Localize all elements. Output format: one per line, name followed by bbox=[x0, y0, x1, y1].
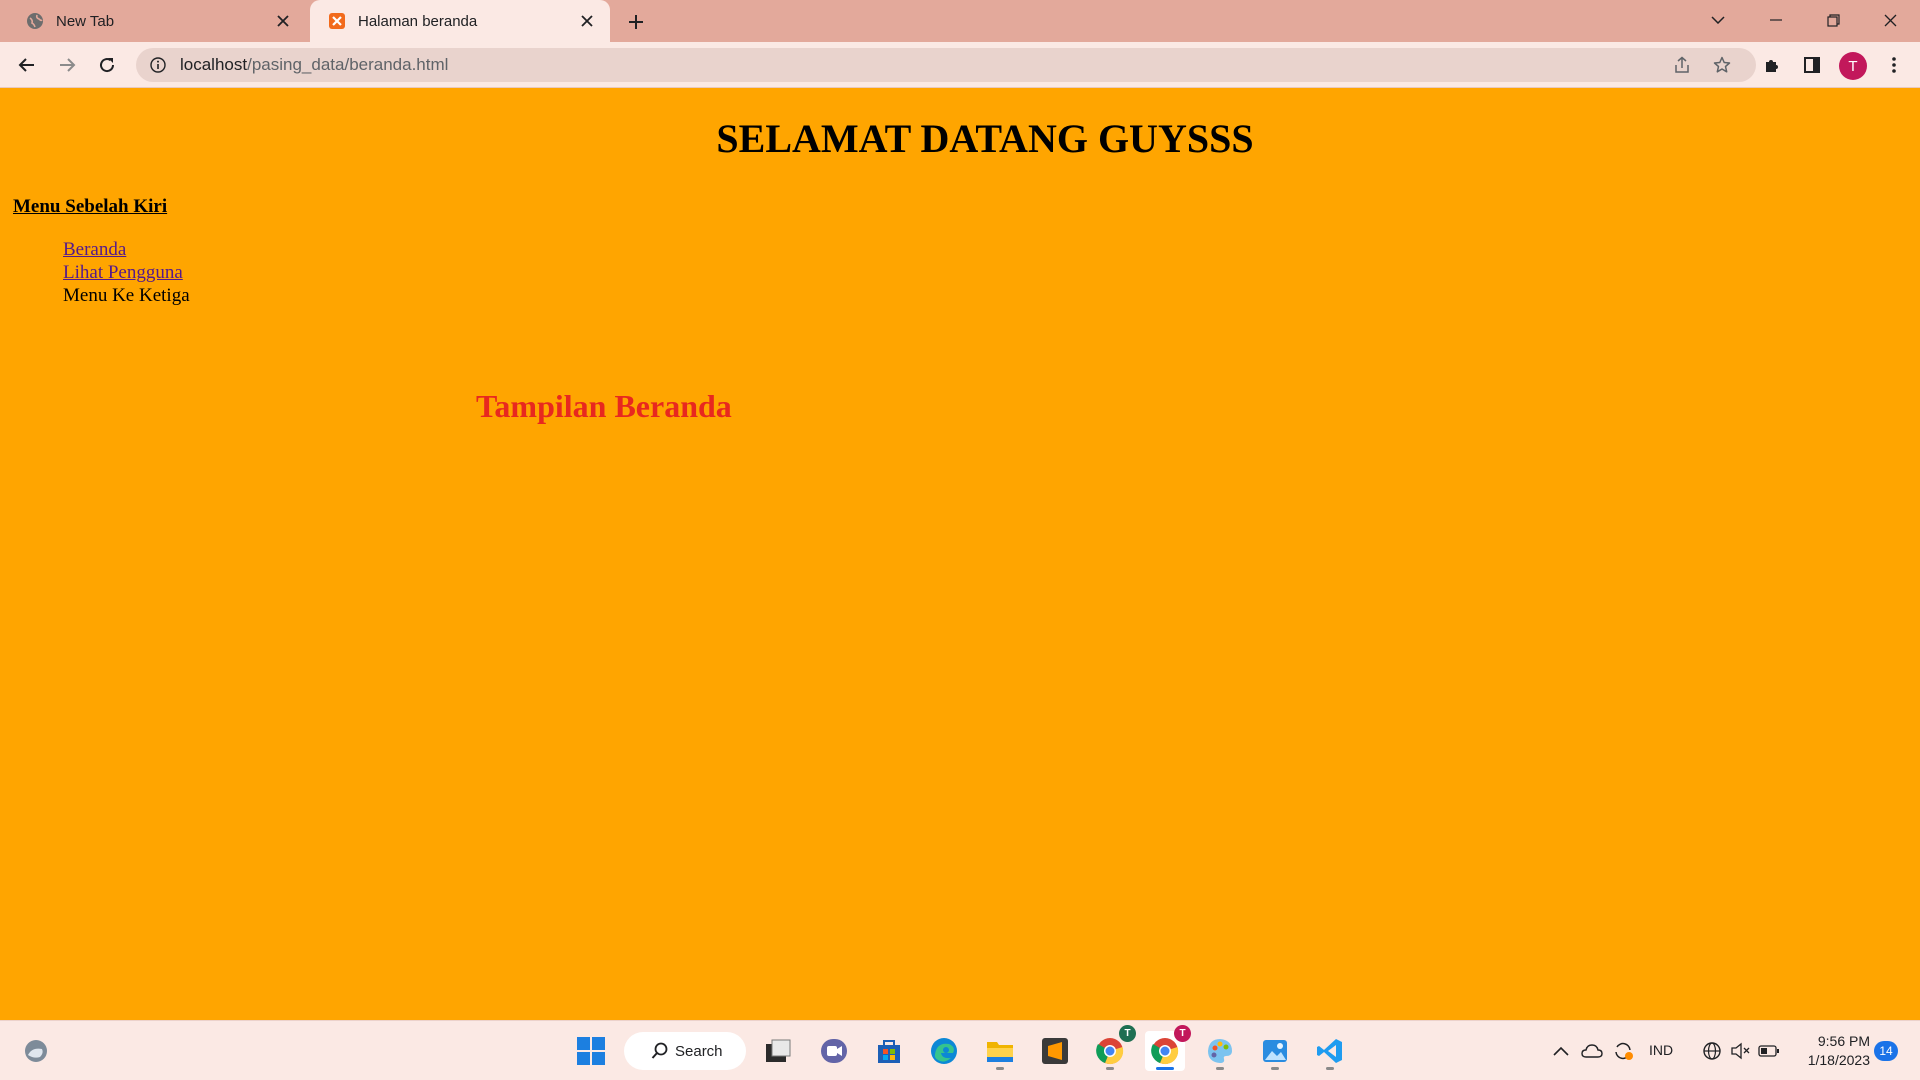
sublime-text-button[interactable] bbox=[1035, 1031, 1075, 1071]
back-button[interactable] bbox=[11, 49, 43, 81]
weather-widget-icon bbox=[25, 1040, 47, 1062]
reload-icon bbox=[100, 58, 115, 73]
running-indicator bbox=[1271, 1067, 1279, 1070]
photos-app-button[interactable] bbox=[1255, 1031, 1295, 1071]
start-button[interactable] bbox=[571, 1031, 611, 1071]
clock-date: 1/18/2023 bbox=[1807, 1052, 1870, 1068]
running-indicator bbox=[1326, 1067, 1334, 1070]
minimize-button[interactable] bbox=[1758, 4, 1794, 36]
side-panel-icon bbox=[1804, 57, 1820, 73]
tab-title: New Tab bbox=[56, 12, 115, 30]
running-indicator bbox=[1106, 1067, 1114, 1070]
restore-icon bbox=[1826, 13, 1840, 27]
speaker-muted-icon[interactable] bbox=[1728, 1039, 1752, 1063]
sublime-text-icon bbox=[1042, 1038, 1068, 1064]
page-content: SELAMAT DATANG GUYSSS Menu Sebelah Kiri … bbox=[0, 89, 1920, 1020]
running-indicator bbox=[1216, 1067, 1224, 1070]
battery-icon[interactable] bbox=[1757, 1039, 1781, 1063]
taskbar-clock[interactable]: 9:56 PM 1/18/2023 bbox=[1796, 1032, 1870, 1070]
minimize-icon bbox=[1770, 19, 1782, 21]
close-icon bbox=[1884, 14, 1896, 26]
language-indicator[interactable]: IND bbox=[1649, 1042, 1673, 1058]
xampp-icon bbox=[328, 12, 346, 30]
task-view-icon bbox=[766, 1039, 791, 1062]
tab-new-tab[interactable]: New Tab bbox=[8, 0, 306, 42]
chrome-active-button[interactable]: T bbox=[1145, 1025, 1191, 1071]
paint-app-icon bbox=[1208, 1039, 1232, 1063]
tab-strip: New Tab Halaman beranda bbox=[0, 0, 1920, 42]
chrome-profile-button[interactable]: T bbox=[1090, 1025, 1136, 1071]
main-heading: Tampilan Beranda bbox=[476, 388, 732, 424]
chrome-active-icon bbox=[1151, 1038, 1179, 1065]
kebab-menu-icon bbox=[1892, 57, 1896, 73]
task-view-button[interactable] bbox=[758, 1031, 798, 1071]
globe-icon bbox=[26, 12, 44, 30]
edge-icon bbox=[931, 1038, 957, 1064]
reload-button[interactable] bbox=[91, 49, 123, 81]
address-bar[interactable]: localhost/pasing_data/beranda.html bbox=[136, 48, 1756, 82]
side-panel-button[interactable] bbox=[1796, 49, 1828, 81]
extensions-button[interactable] bbox=[1756, 49, 1788, 81]
tab-title: Halaman beranda bbox=[358, 12, 478, 30]
vscode-icon bbox=[1317, 1039, 1342, 1063]
share-icon[interactable] bbox=[1668, 51, 1696, 79]
left-menu-heading: Menu Sebelah Kiri bbox=[13, 196, 168, 217]
site-info-icon[interactable] bbox=[148, 55, 168, 75]
search-label: Search bbox=[675, 1042, 723, 1060]
menu-button[interactable] bbox=[1878, 49, 1910, 81]
file-explorer-button[interactable] bbox=[980, 1031, 1020, 1071]
menu-link-lihat-pengguna[interactable]: Lihat Pengguna bbox=[63, 262, 183, 283]
edge-button[interactable] bbox=[924, 1031, 964, 1071]
list-item: Beranda bbox=[63, 238, 190, 261]
paint-app-button[interactable] bbox=[1200, 1031, 1240, 1071]
taskbar-search[interactable]: Search bbox=[624, 1032, 746, 1070]
menu-item-ketiga: Menu Ke Ketiga bbox=[63, 285, 190, 306]
url-path: /pasing_data/beranda.html bbox=[247, 55, 449, 74]
profile-avatar[interactable]: T bbox=[1839, 52, 1867, 80]
browser-toolbar: localhost/pasing_data/beranda.html T bbox=[0, 42, 1920, 88]
teams-chat-button[interactable] bbox=[814, 1031, 854, 1071]
notification-badge[interactable]: 14 bbox=[1874, 1041, 1898, 1061]
active-indicator bbox=[1156, 1067, 1174, 1070]
widgets-button[interactable] bbox=[16, 1031, 56, 1071]
photos-app-icon bbox=[1263, 1040, 1287, 1062]
chrome-profile-icon bbox=[1096, 1038, 1124, 1065]
file-explorer-icon bbox=[987, 1042, 1013, 1062]
bookmark-star-icon[interactable] bbox=[1708, 51, 1736, 79]
arrow-left-icon bbox=[18, 58, 34, 72]
chevron-up-icon[interactable] bbox=[1549, 1039, 1573, 1063]
clock-time: 9:56 PM bbox=[1817, 1033, 1870, 1049]
close-window-button[interactable] bbox=[1872, 4, 1908, 36]
microsoft-store-icon bbox=[878, 1040, 900, 1063]
left-menu-list: Beranda Lihat Pengguna Menu Ke Ketiga bbox=[63, 238, 190, 307]
running-indicator bbox=[996, 1067, 1004, 1070]
sync-icon[interactable] bbox=[1611, 1039, 1635, 1063]
url-host: localhost bbox=[180, 55, 248, 74]
page-title: SELAMAT DATANG GUYSSS bbox=[716, 116, 1254, 161]
plus-icon bbox=[629, 15, 643, 29]
close-icon[interactable] bbox=[574, 8, 600, 34]
url-text: localhost/pasing_data/beranda.html bbox=[180, 55, 448, 75]
puzzle-icon bbox=[1766, 60, 1778, 72]
tab-search-button[interactable] bbox=[1700, 4, 1736, 36]
new-tab-button[interactable] bbox=[622, 8, 650, 36]
network-globe-icon[interactable] bbox=[1700, 1039, 1724, 1063]
restore-button[interactable] bbox=[1815, 4, 1851, 36]
microsoft-store-button[interactable] bbox=[869, 1031, 909, 1071]
windows-taskbar: Search T T IND 9:56 PM 1/18/2023 14 bbox=[0, 1020, 1920, 1080]
vscode-button[interactable] bbox=[1310, 1031, 1350, 1071]
forward-button[interactable] bbox=[51, 49, 83, 81]
list-item: Lihat Pengguna bbox=[63, 261, 190, 284]
search-icon bbox=[651, 1042, 668, 1059]
onedrive-icon[interactable] bbox=[1580, 1039, 1604, 1063]
profile-badge: T bbox=[1174, 1025, 1191, 1042]
close-icon[interactable] bbox=[270, 8, 296, 34]
tab-halaman-beranda[interactable]: Halaman beranda bbox=[310, 0, 610, 42]
profile-badge: T bbox=[1119, 1025, 1136, 1042]
arrow-right-icon bbox=[60, 58, 76, 72]
teams-chat-icon bbox=[821, 1039, 847, 1063]
menu-link-beranda[interactable]: Beranda bbox=[63, 239, 126, 260]
windows-start-icon bbox=[577, 1037, 605, 1065]
chevron-down-icon bbox=[1711, 16, 1725, 24]
